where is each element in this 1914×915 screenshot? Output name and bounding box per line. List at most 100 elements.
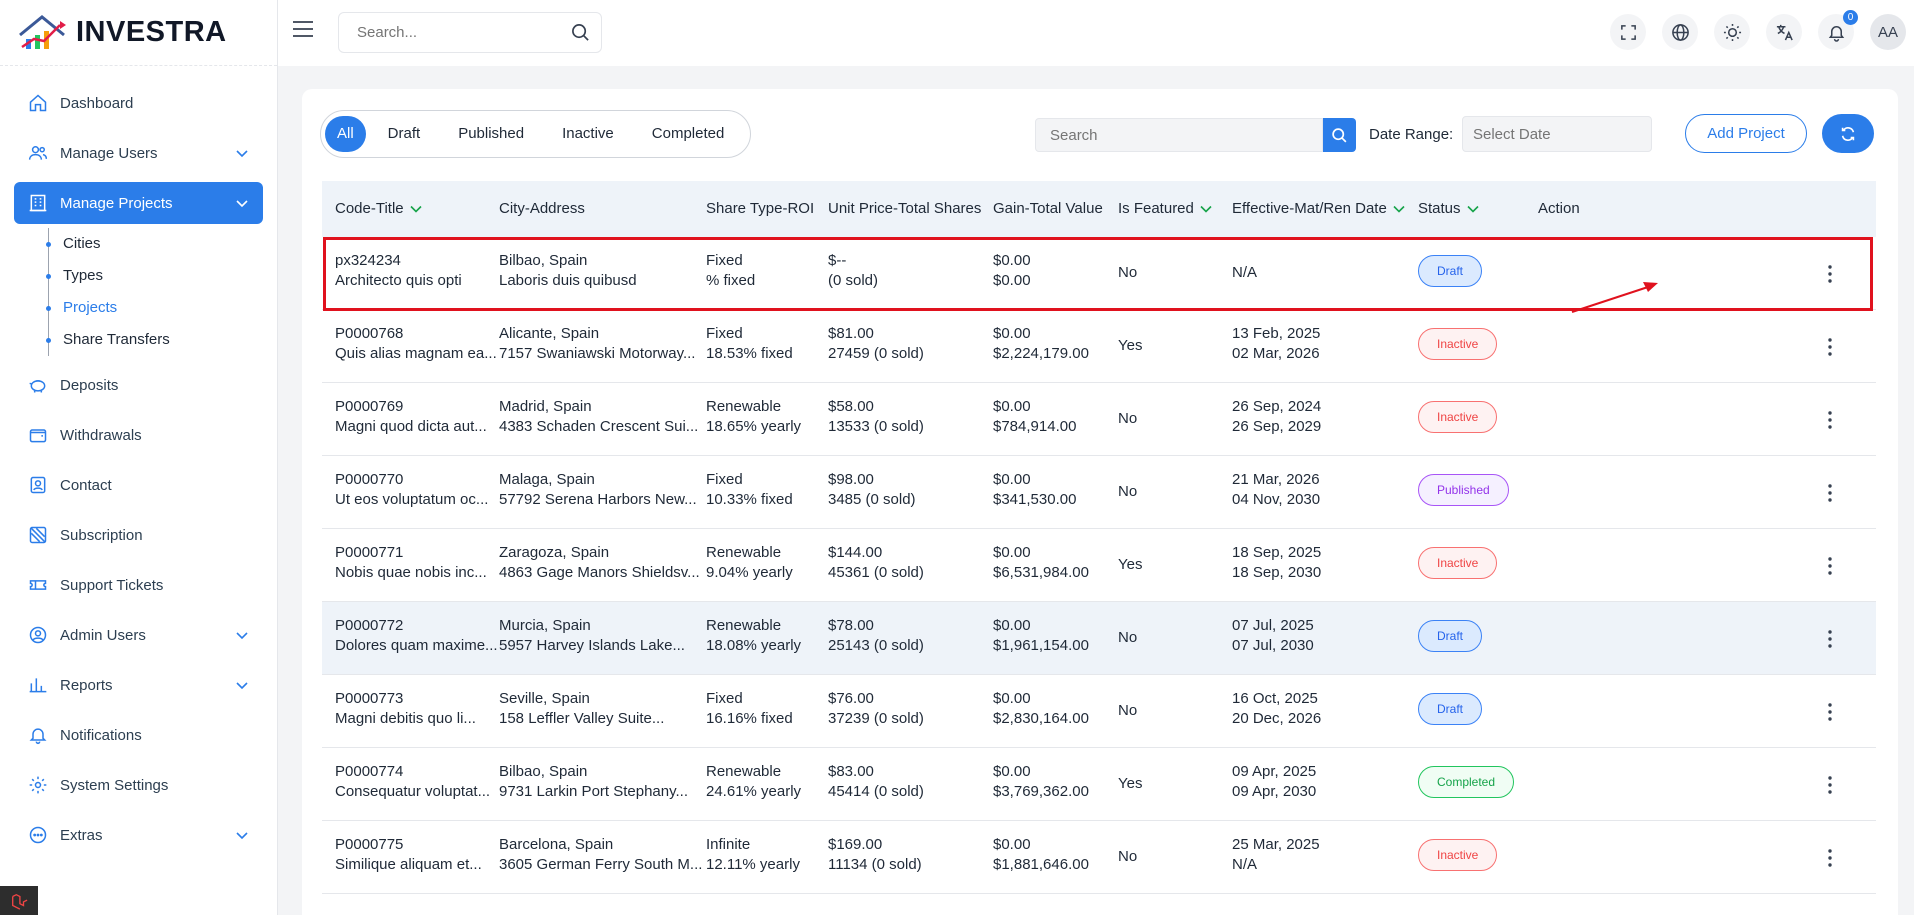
sidebar-item-system-settings[interactable]: System Settings [14,764,263,806]
notifications-button[interactable]: 0 [1818,10,1858,50]
sidebar-subitem-types[interactable]: Types [46,260,277,292]
tab-inactive[interactable]: Inactive [546,116,630,152]
projects-subnav: Cities Types Projects Share Transfers [46,228,277,356]
status-badge[interactable]: Inactive [1418,328,1498,360]
laravel-debug-icon[interactable] [0,886,38,915]
project-address: 3605 German Ferry South M... [499,856,703,873]
cell-unit-price: $-- (0 sold) [828,251,878,291]
table-row[interactable]: px324234 Architecto quis opti Bilbao, Spa… [322,237,1876,310]
global-search-input[interactable] [338,12,602,53]
hamburger-menu-icon[interactable] [292,20,314,38]
col-is-featured[interactable]: Is Featured [1118,181,1212,237]
user-avatar[interactable]: AA [1870,14,1906,50]
theme-toggle-button[interactable] [1714,14,1750,50]
sidebar: INVESTRA Dashboard Manage Users Manage P… [0,0,278,915]
cell-dates: 18 Sep, 2025 18 Sep, 2030 [1232,543,1321,583]
search-icon[interactable] [571,23,590,42]
row-actions-button[interactable] [1820,628,1840,650]
col-share-type-roi: Share Type-ROI [706,200,815,217]
status-badge[interactable]: Inactive [1418,547,1498,579]
sidebar-item-manage-projects[interactable]: Manage Projects [14,182,263,224]
globe-icon [1671,23,1689,41]
row-actions-button[interactable] [1820,847,1840,869]
col-status[interactable]: Status [1418,181,1479,237]
status-badge[interactable]: Completed [1418,766,1515,798]
sidebar-item-support-tickets[interactable]: Support Tickets [14,564,263,606]
table-row[interactable]: P0000775 Similique aliquam et... Barcelon… [322,821,1876,894]
share-type: Renewable [706,617,782,634]
sidebar-item-contact[interactable]: Contact [14,464,263,506]
share-type: Renewable [706,398,782,415]
cell-city-address: Seville, Spain 158 Leffler Valley Suite..… [499,689,664,729]
sidebar-item-extras[interactable]: Extras [14,814,263,856]
table-row[interactable]: P0000771 Nobis quae nobis inc... Zaragoza… [322,529,1876,602]
sidebar-item-dashboard[interactable]: Dashboard [14,82,263,124]
piggy-bank-icon [28,375,48,395]
sidebar-item-subscription[interactable]: Subscription [14,514,263,556]
cell-gain: $0.00 $784,914.00 [993,397,1076,437]
table-row[interactable]: P0000769 Magni quod dicta aut... Madrid, … [322,383,1876,456]
roi: 18.53% fixed [706,345,793,362]
table-search-input[interactable] [1035,118,1323,152]
row-actions-button[interactable] [1820,774,1840,796]
table-row[interactable]: P0000768 Quis alias magnam ea... Alicante… [322,310,1876,383]
status-badge[interactable]: Published [1418,474,1509,506]
users-icon [28,143,48,163]
sidebar-item-reports[interactable]: Reports [14,664,263,706]
sidebar-item-deposits[interactable]: Deposits [14,364,263,406]
sidebar-subitem-projects[interactable]: Projects [46,292,277,324]
row-actions-button[interactable] [1820,701,1840,723]
status-badge[interactable]: Inactive [1418,401,1498,433]
translate-button[interactable] [1766,14,1802,50]
topbar: 0 AA [278,0,1914,66]
cell-gain: $0.00 $2,224,179.00 [993,324,1089,364]
total-shares: 25143 (0 sold) [828,637,924,654]
col-effective-date[interactable]: Effective-Mat/Ren Date [1232,181,1405,237]
cell-city-address: Madrid, Spain 4383 Schaden Crescent Sui..… [499,397,698,437]
row-actions-button[interactable] [1820,336,1840,358]
table-row[interactable]: P0000772 Dolores quam maxime... Murcia, S… [322,602,1876,675]
cell-dates: 16 Oct, 2025 20 Dec, 2026 [1232,689,1321,729]
sidebar-item-manage-users[interactable]: Manage Users [14,132,263,174]
row-actions-button[interactable] [1820,482,1840,504]
sidebar-item-notifications[interactable]: Notifications [14,714,263,756]
tab-published[interactable]: Published [442,116,540,152]
cell-dates: N/A [1232,263,1257,283]
language-globe-button[interactable] [1662,14,1698,50]
brand[interactable]: INVESTRA [0,0,277,66]
col-code-title[interactable]: Code-Title [335,181,422,237]
status-badge[interactable]: Draft [1418,693,1483,725]
tab-completed[interactable]: Completed [636,116,741,152]
cell-unit-price: $98.00 3485 (0 sold) [828,470,916,510]
sidebar-item-withdrawals[interactable]: Withdrawals [14,414,263,456]
status-badge[interactable]: Inactive [1418,839,1498,871]
cell-dates: 26 Sep, 2024 26 Sep, 2029 [1232,397,1321,437]
row-actions-button[interactable] [1820,263,1840,285]
table-search-button[interactable] [1323,118,1356,152]
table-row[interactable]: P0000770 Ut eos voluptatum oc... Malaga, … [322,456,1876,529]
status-badge[interactable]: Draft [1418,620,1483,652]
cell-code-title: px324234 Architecto quis opti [335,251,462,291]
refresh-button[interactable] [1822,114,1874,153]
table-row[interactable]: P0000774 Consequatur voluptat... Bilbao, … [322,748,1876,821]
row-actions-button[interactable] [1820,555,1840,577]
status-badge[interactable]: Draft [1418,255,1483,287]
date-range-input[interactable] [1462,116,1652,152]
sidebar-item-admin-users[interactable]: Admin Users [14,614,263,656]
sort-chevron-icon [410,205,422,213]
tab-draft[interactable]: Draft [372,116,437,152]
tab-all[interactable]: All [325,116,366,152]
row-actions-button[interactable] [1820,409,1840,431]
sidebar-subitem-cities[interactable]: Cities [46,228,277,260]
table-row[interactable]: P0000773 Magni debitis quo li... Seville,… [322,675,1876,748]
sort-chevron-icon [1393,205,1405,213]
sidebar-subitem-share-transfers[interactable]: Share Transfers [46,324,277,356]
cell-code-title: P0000773 Magni debitis quo li... [335,689,476,729]
project-code: px324234 [335,252,401,269]
page-scrollbar[interactable] [1907,66,1914,915]
col-unit-price-total-shares: Unit Price-Total Shares [828,200,982,217]
unit-price: $169.00 [828,836,883,853]
effective-date: 26 Sep, 2024 [1232,398,1322,415]
fullscreen-button[interactable] [1610,14,1646,50]
add-project-button[interactable]: Add Project [1685,114,1807,153]
